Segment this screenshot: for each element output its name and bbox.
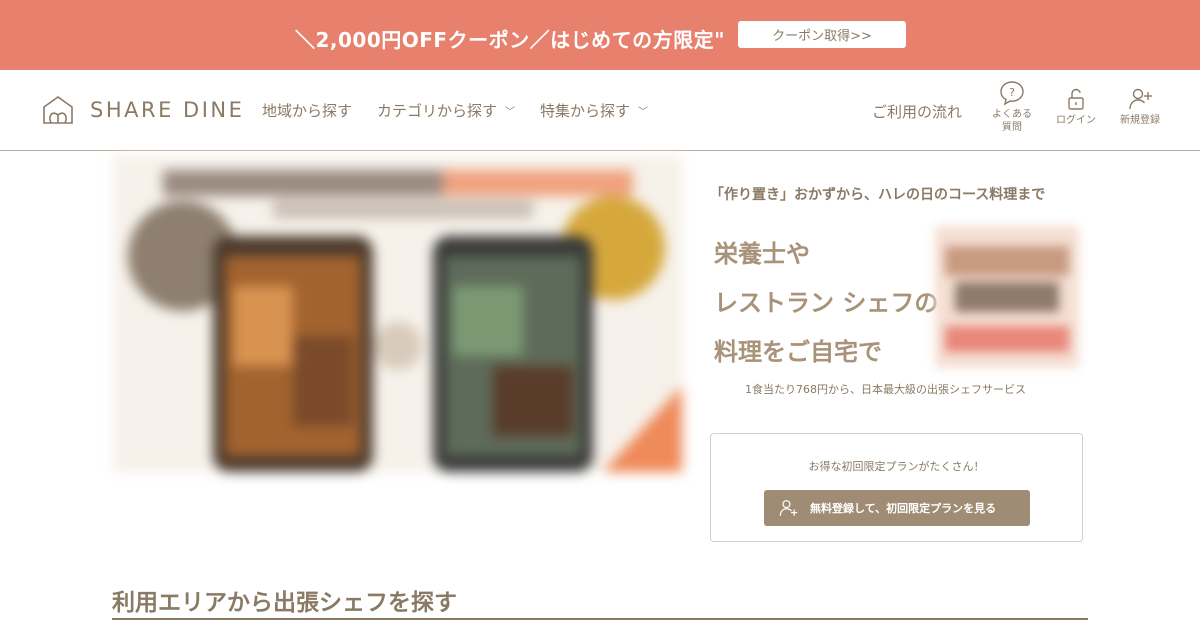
chevron-down-icon: ﹀: [505, 107, 516, 118]
add-user-icon: [1129, 88, 1152, 110]
nav-item-label: 地域から探す: [262, 102, 353, 120]
logo-mark-icon: [43, 96, 73, 124]
nav-item-label: カテゴリから探す: [377, 102, 498, 120]
hero-headline: 栄養士や レストラン シェフの 料理をご自宅で: [714, 230, 938, 377]
nav-item-feature[interactable]: 特集から探す ﹀: [540, 100, 648, 121]
hero-tagline: 「作り置き」おかずから、ハレの日のコース料理まで: [710, 187, 1046, 203]
svg-text:?: ?: [1009, 86, 1015, 99]
site-header: SHARE DINE 地域から探す カテゴリから探す ﹀ 特集から探す ﹀ ご利…: [0, 70, 1200, 151]
faq-label-2: 質問: [1002, 122, 1022, 133]
hero-banner-image[interactable]: [113, 156, 682, 472]
hero-headline-line-1: 栄養士や: [714, 240, 810, 268]
free-signup-button-label: 無料登録して、初回限定プランを見る: [810, 502, 997, 515]
hero-subline: 1食当たり768円から、日本最大級の出張シェフサービス: [745, 383, 1026, 396]
question-icon: ?: [1000, 81, 1024, 106]
promo-banner: ＼2,000円OFFクーポン／はじめての方限定" クーポン取得>>: [0, 0, 1200, 70]
add-user-icon: [779, 500, 798, 516]
promo-banner-text: ＼2,000円OFFクーポン／はじめての方限定": [295, 28, 726, 52]
hero-award-badge-image: [935, 226, 1079, 368]
area-search-section-title: 利用エリアから出張シェフを探す: [112, 590, 457, 616]
usage-flow-link[interactable]: ご利用の流れ: [872, 101, 962, 122]
first-time-plan-card: お得な初回限定プランがたくさん！ 無料登録して、初回限定プランを見る: [710, 433, 1083, 542]
login-label: ログイン: [1056, 115, 1096, 126]
hero-headline-line-2: レストラン シェフの: [714, 289, 939, 317]
main-nav: 地域から探す カテゴリから探す ﹀ 特集から探す ﹀: [262, 100, 673, 121]
hero-banner-graphic: [128, 170, 682, 472]
chevron-down-icon: ﹀: [638, 107, 649, 118]
lock-icon: [1068, 88, 1084, 110]
nav-item-category[interactable]: カテゴリから探す ﹀: [377, 100, 515, 121]
award-badge-graphic: [935, 226, 1079, 368]
nav-item-area[interactable]: 地域から探す: [262, 100, 352, 121]
logo-text: SHARE DINE: [90, 98, 245, 122]
signup-button[interactable]: 新規登録: [1120, 86, 1160, 127]
free-signup-button[interactable]: 無料登録して、初回限定プランを見る: [764, 490, 1030, 526]
first-time-plan-note: お得な初回限定プランがたくさん！: [808, 460, 985, 473]
section-divider: [112, 618, 1088, 620]
faq-button[interactable]: ? よくある 質問: [992, 80, 1032, 134]
site-logo[interactable]: SHARE DINE: [40, 94, 244, 126]
faq-label-1: よくある: [992, 109, 1032, 120]
hero-headline-line-3: 料理をご自宅で: [714, 338, 882, 366]
login-button[interactable]: ログイン: [1056, 86, 1096, 127]
get-coupon-button[interactable]: クーポン取得>>: [738, 21, 906, 48]
signup-label: 新規登録: [1120, 115, 1160, 126]
nav-item-label: 特集から探す: [540, 102, 631, 120]
